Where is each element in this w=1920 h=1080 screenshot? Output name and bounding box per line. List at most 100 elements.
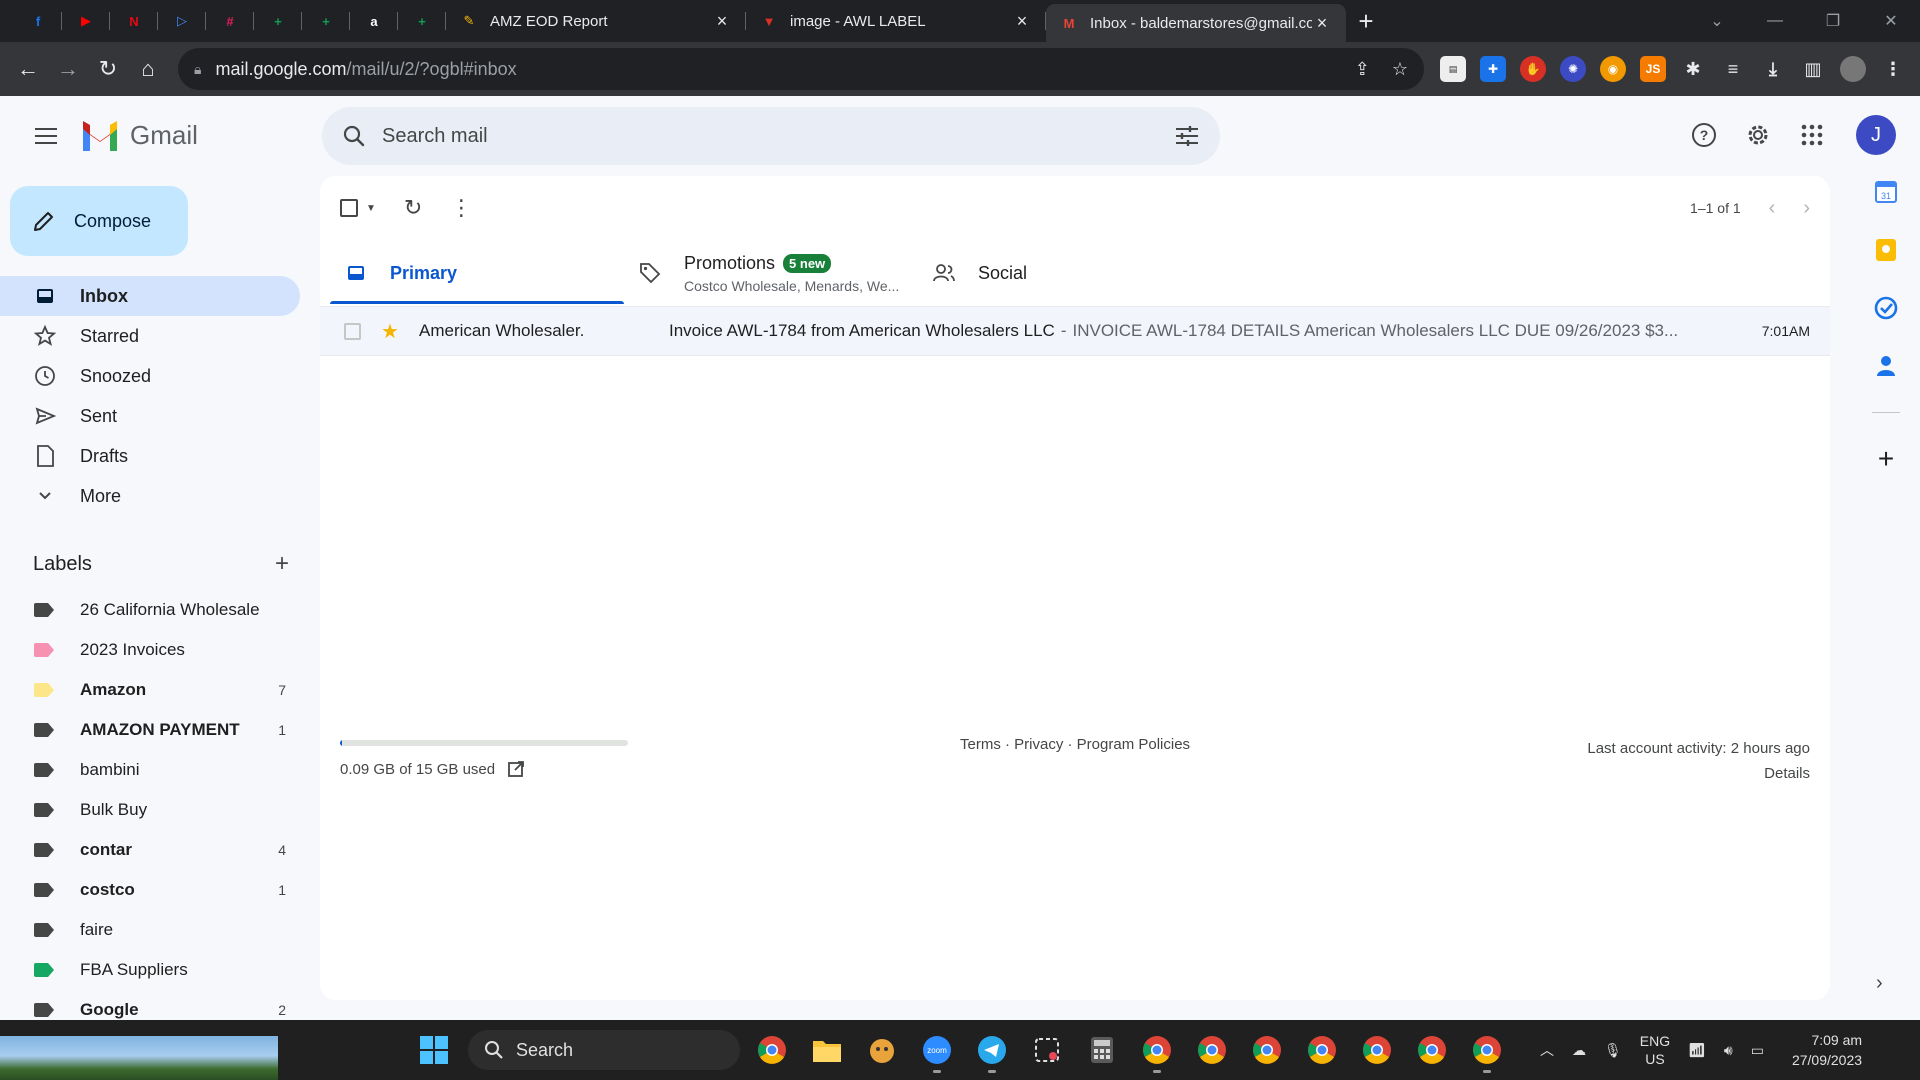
pinned-tab[interactable]: #	[206, 0, 254, 42]
main-menu-icon[interactable]	[28, 120, 64, 152]
nav-item-inbox[interactable]: Inbox	[0, 276, 300, 316]
chrome-menu-icon[interactable]: ⋮	[1880, 56, 1906, 82]
email-row[interactable]: ★ American Wholesaler. Invoice AWL-1784 fr…	[320, 306, 1830, 356]
taskbar-search[interactable]: Search	[468, 1030, 740, 1070]
language-indicator[interactable]: ENG US	[1640, 1032, 1670, 1068]
pinned-tab[interactable]: +	[254, 0, 302, 42]
back-button[interactable]: ←	[8, 56, 48, 82]
refresh-icon[interactable]: ↻	[404, 195, 422, 221]
extension-icon[interactable]: ◉	[1600, 56, 1626, 82]
telegram-app-icon[interactable]	[972, 1030, 1012, 1073]
share-icon[interactable]: ⇪	[1355, 59, 1370, 80]
file-explorer-icon[interactable]	[807, 1030, 847, 1070]
tab-search-icon[interactable]: ⌄	[1688, 11, 1746, 31]
label-item[interactable]: AMAZON PAYMENT 1	[0, 710, 300, 750]
pinned-tab[interactable]: N	[110, 0, 158, 42]
calculator-icon[interactable]	[1082, 1030, 1122, 1070]
label-item[interactable]: contar 4	[0, 830, 300, 870]
app-icon[interactable]	[862, 1030, 902, 1070]
taskbar-clock[interactable]: 7:09 am 27/09/2023	[1792, 1030, 1862, 1070]
chevron-right-icon[interactable]: ›	[1876, 972, 1883, 995]
tab-promotions[interactable]: Promotions 5 new Costco Wholesale, Menards…	[624, 244, 918, 302]
snipping-tool-icon[interactable]	[1027, 1030, 1067, 1070]
media-queue-icon[interactable]: ≡	[1720, 56, 1746, 82]
pinned-tab[interactable]: ▷	[158, 0, 206, 42]
extension-icon[interactable]: ✋	[1520, 56, 1546, 82]
settings-gear-icon[interactable]	[1742, 119, 1774, 151]
search-icon[interactable]	[342, 124, 366, 148]
pinned-tab[interactable]: f	[14, 0, 62, 42]
open-external-icon[interactable]	[507, 760, 525, 778]
volume-icon[interactable]: 🔊︎	[1724, 1042, 1733, 1059]
chrome-profile-icon[interactable]	[1137, 1030, 1177, 1073]
label-item[interactable]: Amazon 7	[0, 670, 300, 710]
browser-tab[interactable]: M Inbox - baldemarstores@gmail.com - Gmai…	[1046, 4, 1346, 42]
label-item[interactable]: bambini	[0, 750, 300, 790]
chrome-profile-icon[interactable]	[1467, 1030, 1507, 1073]
address-bar[interactable]: 🔒︎ mail.google.com/mail/u/2/?ogbl#inbox …	[178, 48, 1424, 90]
extension-icon[interactable]: ▤	[1440, 56, 1466, 82]
add-addon-icon[interactable]: +	[1874, 443, 1898, 474]
nav-item-more[interactable]: More	[0, 476, 300, 516]
pinned-tab[interactable]: +	[398, 0, 446, 42]
chrome-profile-icon[interactable]	[1357, 1030, 1397, 1070]
pinned-tab[interactable]: a	[350, 0, 398, 42]
forward-button[interactable]: →	[48, 56, 88, 82]
chevron-left-icon[interactable]: ‹	[1769, 197, 1776, 220]
label-item[interactable]: 26 California Wholesale	[0, 590, 300, 630]
extension-icon[interactable]: ✺	[1560, 56, 1586, 82]
tab-close-icon[interactable]: ×	[1012, 11, 1032, 32]
more-vert-icon[interactable]: ⋮	[450, 195, 472, 221]
extension-icon[interactable]: JS	[1640, 56, 1666, 82]
nav-item-starred[interactable]: Starred	[0, 316, 300, 356]
contacts-icon[interactable]	[1874, 354, 1898, 378]
chrome-app-icon[interactable]	[752, 1030, 792, 1070]
calendar-icon[interactable]: 31	[1874, 180, 1898, 204]
chrome-profile-icon[interactable]	[1247, 1030, 1287, 1070]
home-button[interactable]: ⌂	[128, 56, 168, 82]
browser-tab[interactable]: ✎ AMZ EOD Report ×	[446, 0, 746, 42]
tab-primary[interactable]: Primary	[330, 244, 624, 304]
pinned-tab[interactable]: +	[302, 0, 350, 42]
search-input[interactable]	[382, 124, 1174, 148]
zoom-app-icon[interactable]: zoom	[917, 1030, 957, 1073]
tab-close-icon[interactable]: ×	[1312, 13, 1332, 34]
microphone-icon[interactable]: 🎙︎	[1604, 1042, 1622, 1059]
chevron-up-icon[interactable]: ︿	[1540, 1040, 1554, 1060]
nav-item-sent[interactable]: Sent	[0, 396, 300, 436]
row-checkbox[interactable]	[344, 322, 361, 340]
account-avatar[interactable]: J	[1856, 115, 1896, 155]
label-item[interactable]: FBA Suppliers	[0, 950, 300, 990]
tab-close-icon[interactable]: ×	[712, 11, 732, 32]
label-item[interactable]: 2023 Invoices	[0, 630, 300, 670]
chrome-profile-icon[interactable]	[1302, 1030, 1342, 1070]
minimize-button[interactable]: —	[1746, 12, 1804, 30]
label-item[interactable]: faire	[0, 910, 300, 950]
restore-button[interactable]: ❐	[1804, 11, 1862, 31]
battery-icon[interactable]: ▭	[1751, 1042, 1764, 1059]
new-tab-button[interactable]: +	[1346, 6, 1386, 37]
select-all-checkbox[interactable]: ▼	[340, 199, 376, 217]
add-label-icon[interactable]: +	[275, 550, 289, 578]
nav-item-drafts[interactable]: Drafts	[0, 436, 300, 476]
bookmark-star-icon[interactable]: ☆	[1392, 59, 1408, 80]
support-icon[interactable]: ?	[1688, 119, 1720, 151]
gmail-logo[interactable]: Gmail	[80, 120, 198, 151]
label-item[interactable]: costco 1	[0, 870, 300, 910]
onedrive-icon[interactable]: ☁	[1572, 1042, 1586, 1059]
lock-icon[interactable]: 🔒︎	[194, 61, 201, 78]
windows-start-icon[interactable]	[420, 1036, 448, 1064]
keep-icon[interactable]	[1874, 238, 1898, 262]
google-apps-icon[interactable]	[1796, 119, 1828, 151]
download-icon[interactable]: ⤓	[1760, 56, 1786, 82]
chrome-profile-icon[interactable]	[1192, 1030, 1232, 1070]
pinned-tab[interactable]: ▶	[62, 0, 110, 42]
puzzle-icon[interactable]: ✱	[1680, 56, 1706, 82]
chevron-right-icon[interactable]: ›	[1803, 197, 1810, 220]
wifi-icon[interactable]: 📶︎	[1688, 1042, 1706, 1059]
reload-button[interactable]: ↻	[88, 56, 128, 82]
profile-avatar[interactable]	[1840, 56, 1866, 82]
chrome-profile-icon[interactable]	[1412, 1030, 1452, 1070]
side-panel-icon[interactable]: ▥	[1800, 56, 1826, 82]
tasks-icon[interactable]	[1874, 296, 1898, 320]
